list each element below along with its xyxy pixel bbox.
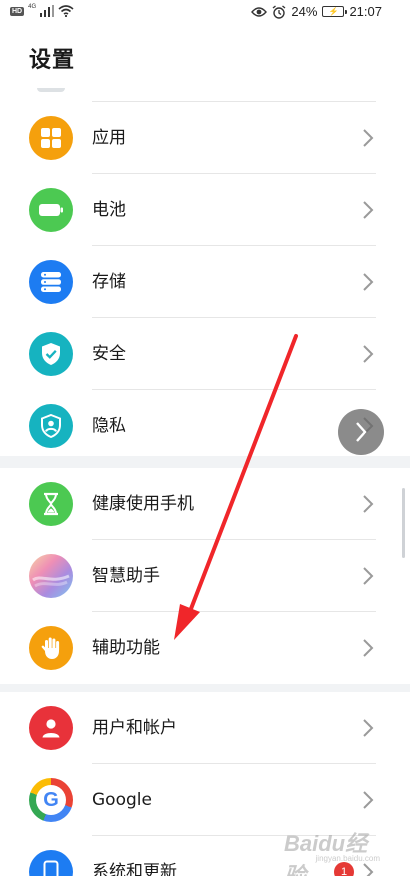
row-digital-balance[interactable]: 健康使用手机 (0, 468, 410, 540)
chevron-right-icon (363, 639, 374, 657)
chevron-right-icon (356, 422, 367, 442)
row-label: 智慧助手 (92, 566, 160, 586)
row-label: 用户和帐户 (92, 718, 177, 738)
chevron-right-icon (363, 495, 374, 513)
row-label: 电池 (92, 200, 126, 220)
chevron-right-icon (363, 273, 374, 291)
hourglass-icon (29, 482, 73, 526)
chevron-right-icon (363, 129, 374, 147)
watermark-brand: Baidu经验 (284, 831, 368, 876)
chevron-right-icon (363, 567, 374, 585)
privacy-shield-icon (29, 404, 73, 448)
alarm-icon (272, 4, 286, 19)
scrollbar[interactable] (402, 488, 405, 558)
settings-group-1: 应用 电池 存储 安全 隐私 (0, 88, 410, 456)
signal-icon (40, 5, 55, 17)
partial-row-icon (37, 88, 65, 92)
row-label: 健康使用手机 (92, 494, 194, 514)
row-label: 应用 (92, 128, 126, 148)
row-battery[interactable]: 电池 (0, 174, 410, 246)
row-label: 隐私 (92, 416, 126, 436)
battery-icon (29, 188, 73, 232)
row-accessibility[interactable]: 辅助功能 (0, 612, 410, 684)
status-left: HD 4G (10, 4, 74, 17)
row-label: 系统和更新 (92, 862, 177, 876)
shield-check-icon (29, 332, 73, 376)
battery-percent: 24% (291, 4, 318, 19)
status-right: 24% ⚡ 21:07 (251, 4, 382, 19)
watermark-url: jingyan.baidu.com (315, 854, 380, 863)
row-apps[interactable]: 应用 (0, 102, 410, 174)
settings-header: 设置 (0, 26, 410, 88)
smart-assistant-icon (29, 554, 73, 598)
row-smart-assistant[interactable]: 智慧助手 (0, 540, 410, 612)
battery-charging-icon: ⚡ (322, 6, 348, 17)
page-title: 设置 (29, 48, 76, 73)
storage-icon (29, 260, 73, 304)
floating-navigation-button[interactable] (338, 409, 384, 455)
wifi-icon (58, 5, 74, 17)
row-label: 辅助功能 (92, 638, 160, 658)
row-label: 存储 (92, 272, 126, 292)
chevron-right-icon (363, 791, 374, 809)
user-icon (29, 706, 73, 750)
row-security[interactable]: 安全 (0, 318, 410, 390)
chevron-right-icon (363, 345, 374, 363)
row-label: 安全 (92, 344, 126, 364)
network-type-label: 4G (28, 4, 37, 10)
chevron-right-icon (363, 201, 374, 219)
row-storage[interactable]: 存储 (0, 246, 410, 318)
status-time: 21:07 (349, 4, 382, 19)
google-icon: G (29, 778, 73, 822)
settings-group-2: 健康使用手机 智慧助手 辅助功能 (0, 468, 410, 684)
hand-icon (29, 626, 73, 670)
status-bar: HD 4G 24% ⚡ 21:07 (0, 0, 410, 26)
apps-grid-icon (29, 116, 73, 160)
eye-icon (251, 6, 268, 17)
baidu-watermark: Baidu经验 jingyan.baidu.com (284, 826, 384, 876)
chevron-right-icon (363, 719, 374, 737)
row-label: Google (92, 790, 152, 810)
hd-badge: HD (10, 6, 25, 16)
system-update-icon (29, 850, 73, 876)
row-users-accounts[interactable]: 用户和帐户 (0, 692, 410, 764)
